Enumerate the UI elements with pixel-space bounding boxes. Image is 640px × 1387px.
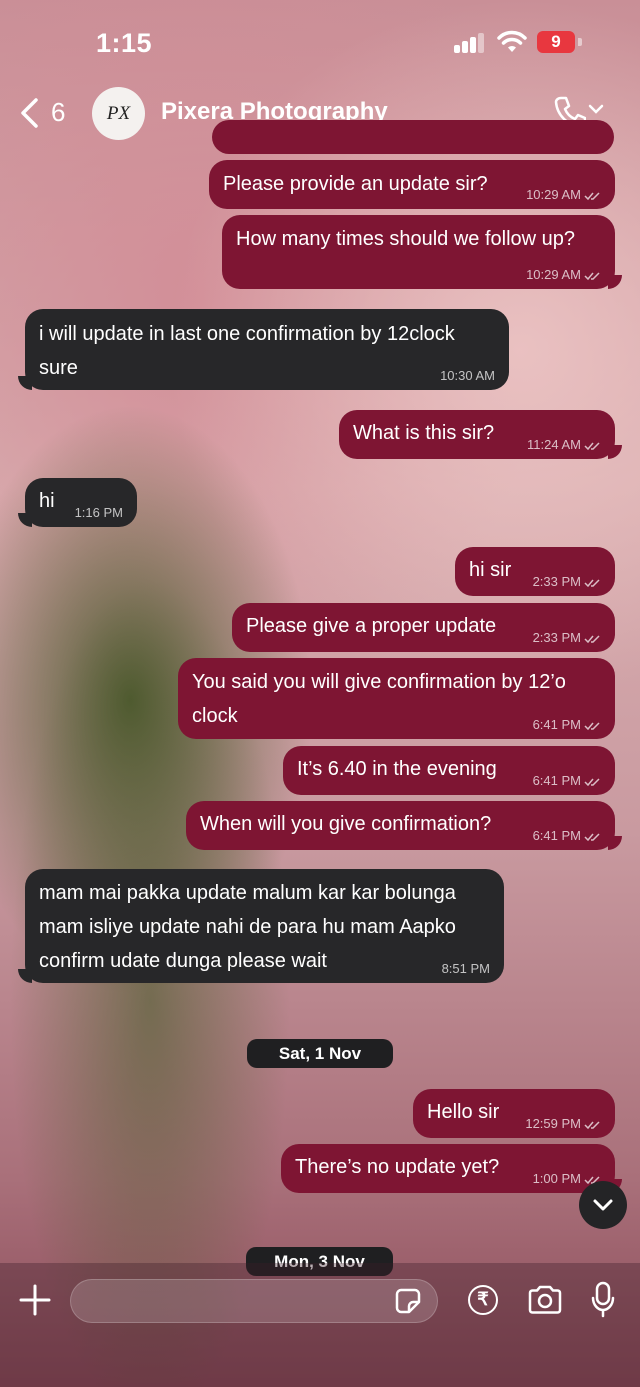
message-time: 6:41 PM [533, 773, 601, 789]
read-receipt-icon [584, 272, 600, 281]
message-time: 10:29 AM [526, 267, 601, 283]
message-time: 2:33 PM [533, 630, 601, 646]
message-time: 10:30 AM [440, 368, 495, 383]
bubble-tail [608, 836, 622, 850]
message-time: 11:24 AM [527, 437, 601, 453]
bubble-tail [608, 445, 622, 459]
message-time: 12:59 PM [525, 1116, 601, 1132]
bubble-tail [18, 513, 32, 527]
status-bar: 1:15 9 [0, 0, 640, 85]
date-separator: Sat, 1 Nov [247, 1039, 393, 1068]
message-time: 6:41 PM [533, 717, 601, 733]
message-bubble[interactable]: You said you will give confirmation by 1… [178, 658, 615, 739]
camera-icon[interactable] [527, 1285, 563, 1315]
read-receipt-icon [584, 579, 600, 588]
wifi-icon [497, 30, 527, 52]
message-text: i will update in last one confirmation b… [39, 323, 455, 379]
read-receipt-icon [584, 635, 600, 644]
message-text: How many times should we follow up? [236, 228, 576, 250]
message-bubble[interactable]: mam mai pakka update malum kar kar bolun… [18, 869, 504, 983]
message-time: 6:41 PM [533, 828, 601, 844]
message-time: 8:51 PM [441, 961, 490, 976]
rupee-icon[interactable]: ₹ [468, 1285, 498, 1315]
bubble-tail [18, 969, 32, 983]
sticker-icon[interactable] [395, 1288, 421, 1314]
message-bubble[interactable]: i will update in last one confirmation b… [18, 309, 509, 390]
read-receipt-icon [584, 442, 600, 451]
battery-icon: 9 [537, 31, 575, 53]
message-time: 10:29 AM [526, 187, 601, 203]
chevron-down-icon [593, 1199, 613, 1211]
message-bubble-partial [212, 120, 614, 154]
bubble-tail [18, 376, 32, 390]
message-bubble[interactable]: It’s 6.40 in the evening 6:41 PM [283, 746, 615, 795]
avatar[interactable]: PX [92, 87, 145, 140]
composer-bar: ₹ [0, 1263, 640, 1387]
message-time: 2:33 PM [533, 574, 601, 590]
plus-icon[interactable] [18, 1283, 52, 1317]
signal-icon [454, 33, 488, 53]
message-bubble[interactable]: Hello sir 12:59 PM [413, 1089, 615, 1138]
read-receipt-icon [584, 722, 600, 731]
scroll-to-bottom-button[interactable] [579, 1181, 627, 1229]
bubble-tail [608, 275, 622, 289]
message-bubble[interactable]: hi sir 2:33 PM [455, 547, 615, 596]
message-bubble[interactable]: hi 1:16 PM [18, 478, 137, 527]
chevron-down-icon[interactable] [588, 103, 604, 115]
message-bubble[interactable]: Please give a proper update 2:33 PM [232, 603, 615, 652]
read-receipt-icon [584, 833, 600, 842]
read-receipt-icon [584, 192, 600, 201]
message-bubble[interactable]: What is this sir? 11:24 AM [339, 410, 622, 459]
message-text: mam mai pakka update malum kar kar bolun… [39, 882, 456, 972]
unread-count[interactable]: 6 [51, 97, 65, 128]
message-bubble[interactable]: How many times should we follow up? 10:2… [222, 215, 622, 289]
message-bubble[interactable]: When will you give confirmation? 6:41 PM [186, 801, 622, 850]
message-time: 1:16 PM [74, 505, 123, 520]
read-receipt-icon [584, 1121, 600, 1130]
message-bubble[interactable]: Please provide an update sir? 10:29 AM [209, 160, 615, 209]
status-time: 1:15 [96, 28, 153, 58]
read-receipt-icon [584, 778, 600, 787]
message-bubble[interactable]: There’s no update yet? 1:00 PM [281, 1144, 622, 1193]
message-input[interactable] [70, 1279, 438, 1323]
mic-icon[interactable] [590, 1281, 616, 1319]
battery-tip [578, 38, 582, 46]
chevron-left-icon[interactable] [18, 97, 40, 129]
